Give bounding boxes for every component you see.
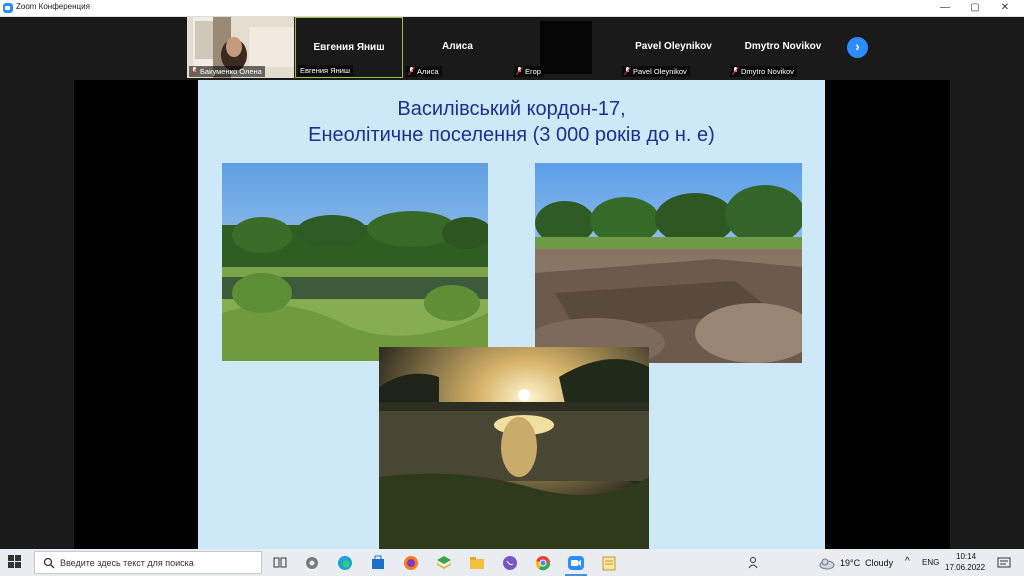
participant-name: Алиса [442, 41, 473, 52]
zoom-app-icon [3, 3, 13, 13]
close-button[interactable]: ✕ [988, 0, 1022, 16]
search-icon [43, 557, 55, 569]
weather-text[interactable]: 19°C Cloudy [840, 558, 893, 568]
slide-title-line1: Василівський кордон-17, [397, 98, 626, 120]
task-view-icon[interactable] [271, 554, 289, 572]
windows-taskbar: Введите здесь текст для поиска 19°C Clou [0, 549, 1024, 576]
slide-title: Василівський кордон-17, Енеолітичне посе… [198, 96, 825, 148]
presentation-slide: Василівський кордон-17, Енеолітичне посе… [198, 80, 825, 549]
participant-caption: Евгения Яниш [298, 65, 353, 76]
participant-tile[interactable]: Егор [512, 17, 619, 78]
mic-muted-icon [408, 67, 415, 75]
participant-video [540, 21, 592, 74]
mic-muted-icon [732, 67, 739, 75]
participant-tile-active[interactable]: Евгения Яниш Евгения Яниш [295, 17, 403, 78]
window-title: Zoom Конференция [16, 2, 90, 11]
mic-muted-icon [191, 67, 198, 75]
participant-caption-text: Бакуменко Олена [200, 67, 262, 76]
settings-gear-icon[interactable] [303, 554, 321, 572]
participant-tile[interactable]: Алиса Алиса [404, 17, 511, 78]
participant-caption: Егор [514, 66, 544, 77]
participants-gallery: Бакуменко Олена Евгения Яниш Евгения Яни… [0, 17, 1024, 79]
participant-name: Евгения Яниш [313, 42, 385, 53]
maximize-button[interactable]: ▢ [958, 0, 992, 16]
windows-start-icon[interactable] [8, 555, 22, 569]
shared-screen: Василівський кордон-17, Енеолітичне посе… [74, 80, 950, 549]
viber-icon[interactable] [501, 554, 519, 572]
participant-name: Dmytro Novikov [744, 41, 822, 52]
chrome-icon[interactable] [534, 554, 552, 572]
mic-muted-icon [624, 67, 631, 75]
firefox-icon[interactable] [402, 554, 420, 572]
taskbar-search-box[interactable]: Введите здесь текст для поиска [34, 551, 262, 574]
search-placeholder: Введите здесь текст для поиска [60, 558, 194, 568]
participant-caption: Pavel Oleynikov [622, 66, 690, 77]
chevron-up-icon[interactable]: ^ [905, 556, 910, 567]
participant-caption: Бакуменко Олена [189, 66, 265, 77]
excavation-photo [535, 163, 802, 363]
minimize-button[interactable]: — [928, 0, 962, 16]
participant-name: Pavel Oleynikov [635, 41, 712, 52]
window-titlebar: Zoom Конференция — ▢ ✕ [0, 0, 1024, 17]
layers-app-icon[interactable] [435, 554, 453, 572]
clock-time[interactable]: 10:14 [956, 552, 976, 561]
participant-tile[interactable]: Pavel Oleynikov Pavel Oleynikov [620, 17, 727, 78]
zoom-icon[interactable] [567, 554, 585, 572]
people-icon[interactable] [746, 554, 764, 572]
mic-muted-icon [516, 67, 523, 75]
participant-tile[interactable]: Dmytro Novikov Dmytro Novikov [728, 17, 838, 78]
store-icon[interactable] [369, 554, 387, 572]
participant-caption-text: Егор [525, 67, 541, 76]
language-indicator[interactable]: ENG [922, 558, 939, 567]
cloud-weather-icon [819, 558, 835, 570]
participant-caption: Dmytro Novikov [730, 66, 797, 77]
participant-caption-text: Алиса [417, 67, 439, 76]
file-explorer-icon[interactable] [468, 554, 486, 572]
edge-browser-icon[interactable] [336, 554, 354, 572]
notes-app-icon[interactable] [600, 554, 618, 572]
participant-caption: Алиса [406, 66, 442, 77]
clock-date[interactable]: 17.06.2022 [945, 563, 985, 572]
participant-caption-text: Евгения Яниш [300, 66, 350, 75]
notifications-icon[interactable] [995, 554, 1013, 572]
chevron-right-icon[interactable]: › [847, 37, 868, 58]
participant-caption-text: Dmytro Novikov [741, 67, 794, 76]
participant-tile[interactable]: Бакуменко Олена [187, 17, 294, 78]
sunset-photo [379, 347, 649, 549]
slide-title-line2: Енеолітичне поселення (3 000 років до н.… [308, 124, 715, 146]
participant-caption-text: Pavel Oleynikov [633, 67, 687, 76]
lake-photo [222, 163, 488, 361]
